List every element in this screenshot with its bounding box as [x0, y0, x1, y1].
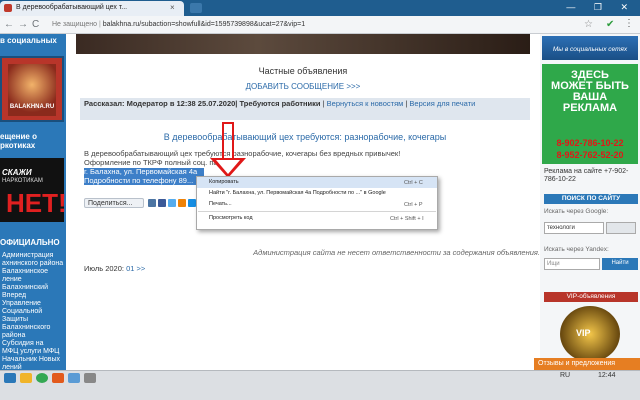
logo-text: BALAKHNA.RU: [9, 104, 55, 110]
official-link[interactable]: Управление: [0, 300, 66, 308]
official-link[interactable]: Социальной Защиты: [0, 308, 66, 324]
social-banner-text: Мы в социальных сетях: [552, 46, 628, 53]
system-clock[interactable]: 12:44: [598, 372, 616, 379]
advertise-phone-1: 8-902-786-10-22: [556, 138, 624, 148]
ad-body: В деревообрабатывающий цех требуются раз…: [84, 149, 401, 167]
official-link[interactable]: Администрация: [0, 252, 66, 260]
tab-close-icon[interactable]: ×: [170, 3, 175, 12]
vk-share-icon[interactable]: [148, 199, 156, 207]
browser-menu-icon[interactable]: ⋮: [624, 18, 634, 29]
official-links-list: Администрация ахнинского района Балахнин…: [0, 252, 66, 372]
official-link[interactable]: Начальник Новых: [0, 356, 66, 364]
social-header: в социальных: [0, 36, 57, 45]
advertise-line: РЕКЛАМА: [562, 102, 618, 114]
os-taskbar: [0, 370, 640, 400]
post-meta-bar: Рассказал: Модератор в 12:38 25.07.2020|…: [80, 98, 530, 120]
print-version-link[interactable]: Версия для печати: [409, 99, 475, 108]
window-controls[interactable]: — ❐ ✕: [566, 2, 636, 13]
context-search-label: Найти "г. Балахна, ул. Первомайская 4а П…: [209, 190, 386, 196]
app-icon[interactable]: [84, 373, 96, 383]
anti-drug-text-1: СКАЖИ: [2, 168, 32, 177]
advertise-text: ЗДЕСЬ МОЖЕТ БЫТЬ ВАША РЕКЛАМА: [542, 70, 638, 114]
google-search-label: Искать через Google:: [544, 208, 609, 215]
site-search-header: ПОИСК ПО САЙТУ: [544, 194, 638, 204]
context-inspect-label: Просмотреть код: [209, 215, 253, 221]
app-icon[interactable]: [68, 373, 80, 383]
back-icon[interactable]: ←: [4, 19, 14, 30]
favicon-icon: [4, 4, 12, 12]
facebook-share-icon[interactable]: [158, 199, 166, 207]
advertise-note: Реклама на сайте +7-902-786-10-22: [544, 168, 629, 183]
context-inspect-shortcut: Ctrl + Shift + I: [390, 216, 424, 222]
keyboard-language[interactable]: RU: [560, 372, 570, 379]
yandex-search-button[interactable]: Найти: [602, 258, 638, 270]
context-print-shortcut: Ctrl + P: [404, 202, 423, 208]
archive-page-link[interactable]: 01 >>: [126, 264, 145, 273]
official-link[interactable]: Балахнинского района: [0, 324, 66, 340]
yandex-search-input[interactable]: Ищи: [544, 258, 600, 270]
add-message-link[interactable]: ДОБАВИТЬ СООБЩЕНИЕ >>>: [66, 82, 540, 91]
official-link[interactable]: ахнинского района: [0, 260, 66, 268]
forward-icon[interactable]: →: [18, 19, 28, 30]
drugs-header-line1: ещение о: [0, 132, 37, 141]
url-field[interactable]: Не защищено | balakhna.ru/subaction=show…: [48, 19, 578, 32]
google-search-input[interactable]: технологи: [544, 222, 604, 234]
mail-share-icon[interactable]: [188, 199, 196, 207]
disclaimer-text: Администрация сайта не несет ответственн…: [253, 248, 540, 257]
context-copy[interactable]: Копировать: [197, 177, 437, 188]
official-header: ОФИЦИАЛЬНО: [0, 238, 60, 247]
vip-badge-text: VIP: [576, 328, 591, 338]
start-icon[interactable]: [4, 373, 16, 383]
vip-ads-header: VIP-объявления: [544, 292, 638, 302]
archive-label: Июль 2020:: [84, 264, 124, 273]
annotation-arrow-shaft: [222, 122, 234, 162]
browser-tab[interactable]: В деревообрабатывающий цех т...: [0, 1, 184, 16]
chrome-icon[interactable]: [36, 373, 48, 383]
twitter-share-icon[interactable]: [168, 199, 176, 207]
top-banner-image: [76, 34, 530, 54]
anti-drug-text-3: НЕТ!: [6, 188, 67, 218]
official-link[interactable]: Балахнинский Вперед: [0, 284, 66, 300]
bookmark-star-icon[interactable]: ☆: [584, 19, 593, 30]
anti-drug-text-2: НАРКОТИКАМ: [2, 178, 43, 184]
post-meta: Рассказал: Модератор в 12:38 25.07.2020|…: [84, 99, 321, 108]
official-link[interactable]: МФЦ услуги МФЦ: [0, 348, 66, 356]
url-text: balakhna.ru/subaction=showfull&id=159573…: [102, 21, 306, 28]
reload-icon[interactable]: C: [32, 19, 39, 30]
share-button[interactable]: Поделиться...: [84, 198, 144, 208]
ok-share-icon[interactable]: [178, 199, 186, 207]
drugs-header-line2: ркотиках: [0, 141, 36, 150]
context-copy-label: Копировать: [209, 179, 239, 185]
official-link[interactable]: Субсидия на: [0, 340, 66, 348]
selected-ad-text[interactable]: г. Балахна, ул. Первомайская 4а Подробно…: [84, 167, 208, 185]
google-search-button[interactable]: [606, 222, 636, 234]
archive-nav: Июль 2020: 01 >>: [84, 264, 145, 273]
context-separator: [198, 211, 436, 212]
context-print[interactable]: Печать...: [197, 199, 437, 210]
ad-title: В деревообрабатывающий цех требуются: ра…: [163, 132, 447, 142]
context-search-google[interactable]: Найти "г. Балахна, ул. Первомайская 4а П…: [197, 188, 437, 199]
annotation-arrow-inner: [216, 160, 240, 174]
official-link[interactable]: ление: [0, 276, 66, 284]
context-copy-shortcut: Ctrl + C: [404, 180, 423, 186]
yandex-search-label: Искать через Yandex:: [544, 246, 609, 253]
explorer-icon[interactable]: [20, 373, 32, 383]
section-title: Частные объявления: [258, 66, 348, 76]
back-to-news-link[interactable]: Вернуться к новостям: [327, 99, 404, 108]
new-tab-button[interactable]: [190, 3, 202, 13]
extension-check-icon[interactable]: ✔: [606, 19, 614, 30]
security-label: Не защищено: [52, 21, 97, 28]
feedback-button[interactable]: Отзывы и предложения: [534, 358, 640, 370]
drugs-header: ещение о ркотиках: [0, 132, 66, 150]
tab-title: В деревообрабатывающий цех т...: [16, 4, 128, 11]
context-print-label: Печать...: [209, 201, 232, 207]
official-link[interactable]: Балахнинское: [0, 268, 66, 276]
advertise-phone-2: 8-952-762-52-20: [556, 150, 624, 160]
app-icon[interactable]: [52, 373, 64, 383]
site-logo[interactable]: BALAKHNA.RU: [0, 56, 64, 122]
